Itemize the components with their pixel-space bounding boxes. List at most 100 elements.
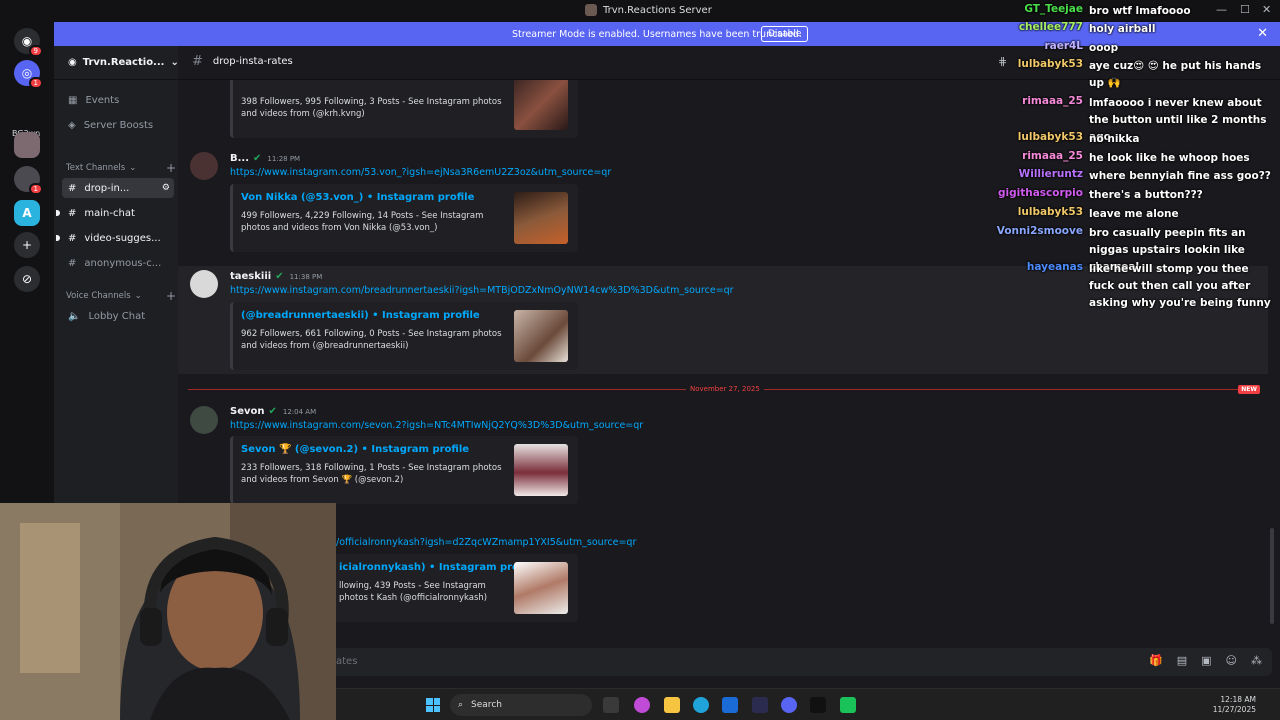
streaming-app-icon[interactable] [840,697,856,713]
taskbar-search[interactable]: ⌕ Search [450,694,592,716]
discover-icon[interactable]: ⊘ [14,266,40,292]
scrollbar[interactable] [1270,528,1274,624]
stream-chat-overlay: GT_Teejae bro wtf lmafoooo chellee777 holy… [960,0,1280,320]
guild-name: Trvn.Reactio... [82,57,165,68]
server-avatar-icon[interactable]: 1 [14,166,43,195]
timestamp: 11:28 PM [267,154,301,163]
embed-title[interactable]: Von Nikka (@53.von_) • Instagram profile [241,192,474,203]
start-button[interactable] [426,698,440,712]
guild-header[interactable]: ◉ Trvn.Reactio... ⌄ [54,46,179,80]
message-link[interactable]: /officialronnykash?igsh=d2ZqcWZmamp1YXI5… [336,537,636,548]
window-title: Trvn.Reactions Server [585,4,712,16]
avatar[interactable] [190,406,218,434]
terminal-icon[interactable] [810,697,826,713]
message-link[interactable]: https://www.instagram.com/53.von_?igsh=e… [230,167,611,178]
channel-title: drop-insta-rates [212,56,293,67]
add-channel-icon[interactable]: + [166,161,176,175]
message-link[interactable]: https://www.instagram.com/sevon.2?igsh=N… [230,420,643,431]
channel-drop-insta-rates[interactable]: # drop-in... ⚙ [62,178,174,198]
text-channels-label: Text Channels [66,163,126,173]
channel-settings-icon[interactable]: ⚙ [162,183,170,193]
task-view-icon[interactable] [603,697,619,713]
add-server-icon[interactable]: + [14,232,40,258]
a-server-icon[interactable]: A [14,200,40,226]
avatar[interactable] [190,270,218,298]
avatar[interactable] [190,152,218,180]
file-explorer-icon[interactable] [664,697,680,713]
chat-username: lulbabyk53 [1017,206,1083,218]
dm-badge: 9 [28,45,43,57]
server-boosts-label: Server Boosts [83,119,154,131]
message: /officialronnykash?igsh=d2ZqcWZmamp1YXI5… [178,530,1268,630]
sticker-icon[interactable]: ▣ [1201,654,1211,667]
trvn-server-icon[interactable] [14,132,40,158]
voice-lobby-chat[interactable]: 🔈 Lobby Chat [62,306,174,326]
chat-username: chellee777 [1018,21,1083,33]
store-icon[interactable] [722,697,738,713]
message-link[interactable]: https://www.instagram.com/breadrunnertae… [230,285,734,296]
embed-thumbnail[interactable] [514,444,568,496]
author-name[interactable]: taeskiii [230,271,271,282]
copilot-icon[interactable] [634,697,650,713]
server-thumbnail-icon [585,4,597,16]
embed-title[interactable]: icialronnykash) • Instagram profile [339,562,537,573]
embed-description: llowing, 439 Posts - See Instagram photo… [339,581,488,603]
chat-username: rimaaa_25 [1022,150,1083,162]
embed-thumbnail[interactable] [514,192,568,244]
gift-icon[interactable]: 🎁 [1149,654,1163,667]
text-channels-category[interactable]: Text Channels ⌄ + [66,161,176,175]
chat-username: Vonni2smoove [996,225,1083,237]
channel-video-suggestions[interactable]: # video-sugges... [56,228,174,248]
server-boosts-item[interactable]: ◈ Server Boosts [62,115,174,135]
message: Sevon ✔ 12:04 AM https://www.instagram.com… [178,402,1268,508]
timestamp: 12:04 AM [282,407,317,416]
verified-icon: ✔ [275,271,284,282]
gif-icon[interactable]: ▤ [1177,654,1187,667]
voice-channel-label: Lobby Chat [88,310,146,322]
embed-title[interactable]: Sevon 🏆 (@sevon.2) • Instagram profile [241,444,469,455]
message-composer[interactable]: ates 🎁 ▤ ▣ ☺ ⁂ [178,648,1272,676]
message-author: B... ✔ 11:28 PM [230,153,300,164]
clock-time: 12:18 AM [1220,695,1256,704]
emoji-icon[interactable]: ☺ [1226,654,1237,667]
apps-icon[interactable]: ⁂ [1251,654,1262,667]
instagram-embed: (@breadrunnertaeskii) • Instagram profil… [230,302,578,370]
chat-username: lulbabyk53 [1017,131,1083,143]
author-name[interactable]: Sevon [230,406,265,417]
embed-description: 962 Followers, 661 Following, 0 Posts - … [241,329,502,351]
events-item[interactable]: ▦ Events [62,90,174,110]
author-name[interactable]: B... [230,153,249,164]
add-voice-channel-icon[interactable]: + [166,289,176,303]
chat-username: rimaaa_25 [1022,95,1083,107]
channel-label: drop-in... [84,182,130,194]
embed-description: 398 Followers, 995 Following, 3 Posts - … [241,97,502,119]
embed-description: 233 Followers, 318 Following, 1 Posts - … [241,463,502,485]
direct-messages-icon[interactable]: ◉ 9 [14,28,43,57]
chat-username: Willieruntz [1018,168,1083,180]
embed-thumbnail[interactable] [514,562,568,614]
hash-icon: # [68,232,77,244]
disable-streamer-mode-button[interactable]: Disable [761,26,809,42]
message-author: Sevon ✔ 12:04 AM [230,406,316,417]
chat-text: holy airball [1089,23,1156,35]
channel-label: video-sugges... [84,232,161,244]
discord-server-icon[interactable]: ◎ 1 [14,60,43,89]
discord-taskbar-icon[interactable] [781,697,797,713]
new-badge: NEW [1238,385,1260,394]
search-icon: ⌕ [458,700,464,710]
taskbar-clock[interactable]: 12:18 AM 11/27/2025 [1213,695,1256,715]
channel-main-chat[interactable]: # main-chat [56,203,174,223]
edge-icon[interactable] [693,697,709,713]
chevron-down-icon: ⌄ [134,291,142,301]
app-icon[interactable] [752,697,768,713]
channel-anonymous[interactable]: # anonymous-c... [62,253,174,273]
chat-username: lulbabyk53 [1017,58,1083,70]
hash-icon: # [68,207,77,219]
chat-text: there's a button??? [1089,189,1203,201]
embed-title[interactable]: (@breadrunnertaeskii) • Instagram profil… [241,310,480,321]
embed-thumbnail[interactable] [514,310,568,362]
voice-channels-category[interactable]: Voice Channels ⌄ + [66,289,176,303]
voice-channels-label: Voice Channels [66,291,131,301]
embed-thumbnail[interactable] [514,80,568,130]
window-title-text: Trvn.Reactions Server [603,4,712,16]
